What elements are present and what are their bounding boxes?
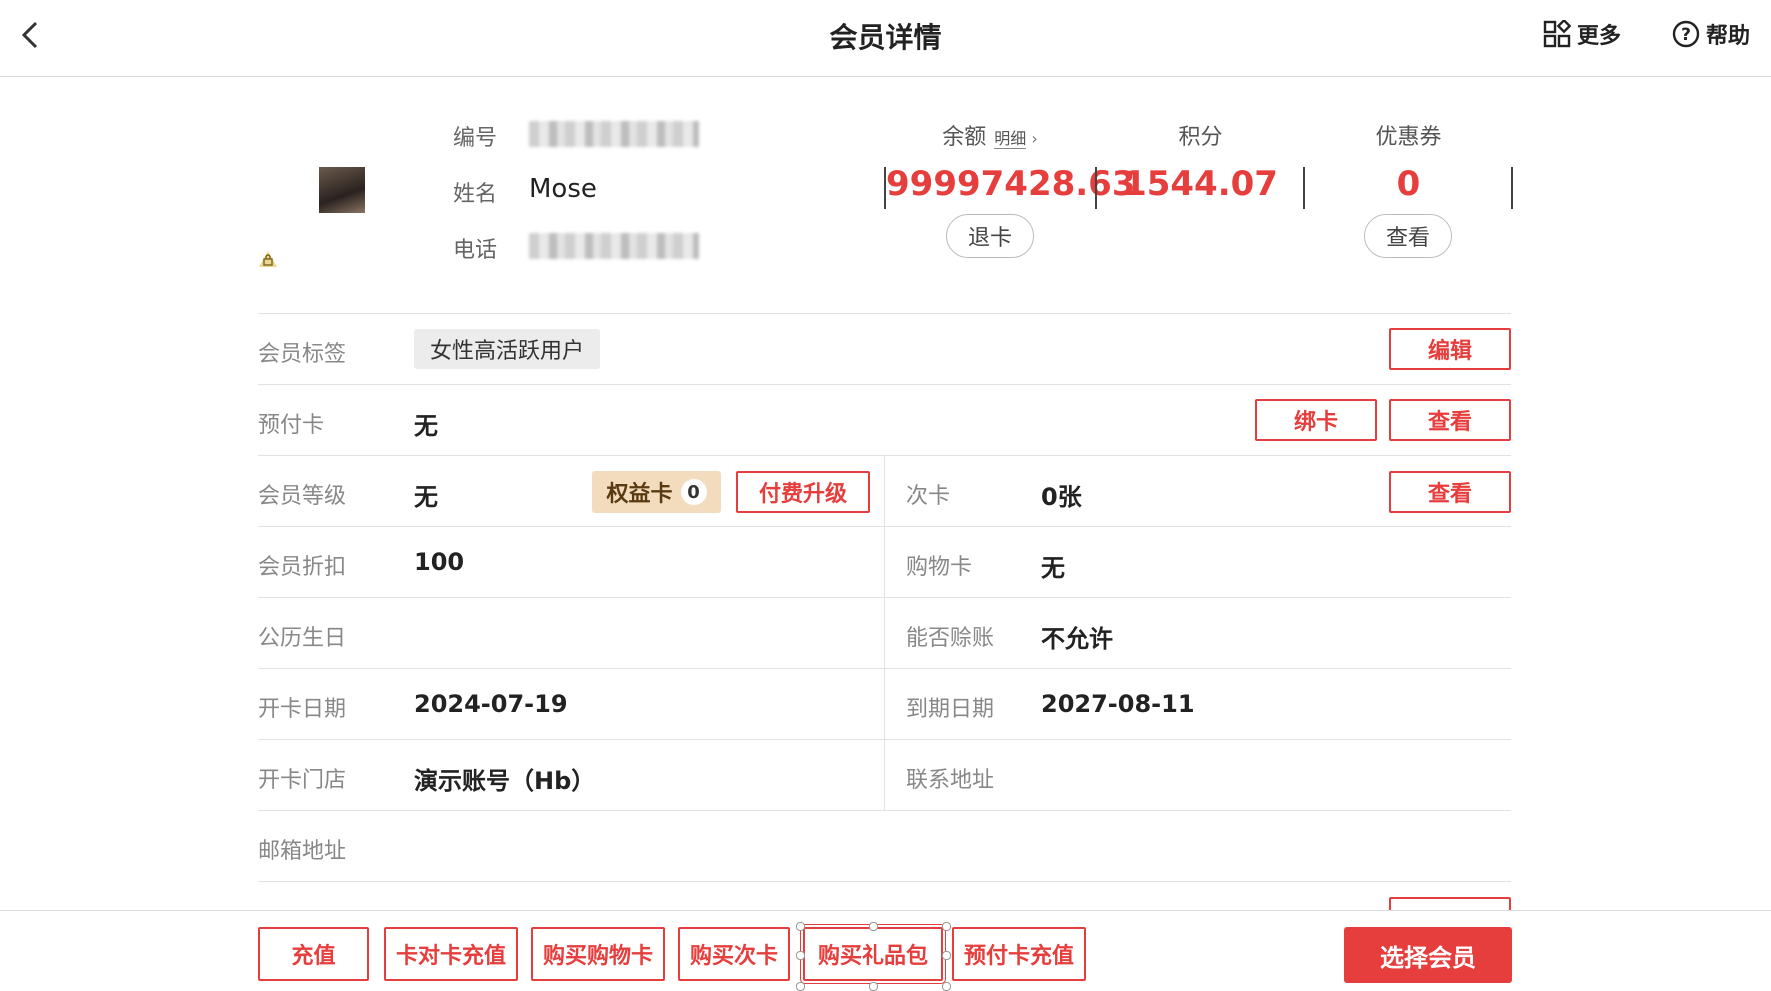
open-date-label: 开卡日期: [258, 697, 347, 722]
svg-text:?: ?: [1681, 25, 1691, 45]
stat-divider: [1303, 167, 1305, 209]
times-card-value: 0张: [1041, 483, 1082, 511]
credit-value: 不允许: [1041, 625, 1113, 653]
help-icon: ?: [1672, 20, 1700, 48]
tag-label: 会员标签: [258, 342, 347, 367]
divider: [258, 313, 1511, 314]
bottom-action-bar: 充值 卡对卡充值 购买购物卡 购买次卡 购买礼品包 预付卡充值 选择会员: [0, 910, 1771, 991]
rights-card-label: 权益卡: [606, 482, 673, 507]
more-label: 更多: [1577, 24, 1622, 49]
points-label: 积分: [1178, 125, 1223, 150]
help-label: 帮助: [1706, 24, 1751, 49]
stat-divider: [1511, 167, 1513, 209]
phone-blurred: [529, 233, 699, 259]
open-store-label: 开卡门店: [258, 768, 347, 793]
member-tag: 女性高活跃用户: [414, 329, 601, 369]
buy-times-card-button[interactable]: 购买次卡: [678, 927, 790, 981]
prepaid-value: 无: [414, 412, 438, 440]
phone-label: 电话: [453, 238, 498, 263]
help-button[interactable]: ? 帮助: [1672, 16, 1750, 52]
divider: [258, 881, 1511, 882]
credit-label: 能否赊账: [906, 626, 995, 651]
next-row-button-partial[interactable]: [1389, 897, 1511, 910]
selection-handle: [942, 951, 951, 960]
selection-handle: [869, 922, 878, 931]
prepaid-card-recharge-button[interactable]: 预付卡充值: [952, 927, 1086, 981]
page-title: 会员详情: [829, 21, 942, 54]
buy-gift-pack-button[interactable]: 购买礼品包: [800, 924, 946, 984]
level-label: 会员等级: [258, 484, 347, 509]
times-card-label: 次卡: [906, 484, 951, 509]
buy-shopping-card-button[interactable]: 购买购物卡: [531, 927, 665, 981]
name-label: 姓名: [453, 182, 498, 207]
grid-icon: [1543, 20, 1571, 48]
selection-handle: [796, 951, 805, 960]
shopping-card-label: 购物卡: [906, 555, 973, 580]
birthday-label: 公历生日: [258, 626, 347, 651]
divider: [258, 384, 1511, 385]
balance-header: 余额 明细 ›: [942, 125, 1038, 150]
rights-card-count: 0: [680, 479, 707, 505]
open-date-value: 2024-07-19: [414, 690, 568, 718]
email-label: 邮箱地址: [258, 839, 347, 864]
open-store-value: 演示账号（Hb）: [414, 767, 596, 795]
address-label: 联系地址: [906, 768, 995, 793]
member-detail-content: 编号 姓名 Mose 电话 余额 明细 › 99997428.63 退卡 积分 1…: [0, 77, 1771, 910]
shopping-card-value: 无: [1041, 554, 1065, 582]
avatar[interactable]: [319, 167, 365, 213]
top-bar: 会员详情 更多 ? 帮助: [0, 0, 1771, 77]
prepaid-label: 预付卡: [258, 413, 325, 438]
expire-date-label: 到期日期: [906, 697, 995, 722]
level-value: 无: [414, 483, 438, 511]
selection-handle: [942, 922, 951, 931]
balance-label: 余额: [942, 125, 987, 150]
member-id-blurred: [529, 121, 699, 147]
expire-date-value: 2027-08-11: [1041, 690, 1195, 718]
stat-divider: [1095, 167, 1097, 209]
balance-detail-link[interactable]: 明细: [994, 129, 1027, 149]
divider: [258, 810, 1511, 811]
card-to-card-recharge-button[interactable]: 卡对卡充值: [384, 927, 518, 981]
refund-card-button[interactable]: 退卡: [946, 214, 1034, 258]
select-member-button[interactable]: 选择会员: [1344, 927, 1512, 983]
id-label: 编号: [453, 126, 498, 151]
points-value: 1544.07: [1123, 164, 1278, 204]
coupon-view-button[interactable]: 查看: [1364, 214, 1452, 258]
rights-card-button[interactable]: 权益卡 0: [592, 471, 721, 513]
edit-tag-button[interactable]: 编辑: [1389, 328, 1511, 370]
discount-value: 100: [414, 548, 465, 576]
prepaid-view-button[interactable]: 查看: [1389, 399, 1511, 441]
recharge-button[interactable]: 充值: [258, 927, 369, 981]
column-divider: [884, 455, 885, 810]
name-value: Mose: [529, 174, 597, 204]
selection-handle: [796, 922, 805, 931]
bind-card-button[interactable]: 绑卡: [1255, 399, 1377, 441]
paid-upgrade-button[interactable]: 付费升级: [736, 471, 870, 513]
more-button[interactable]: 更多: [1543, 16, 1621, 52]
balance-value: 99997428.63: [886, 164, 1136, 204]
coupon-value: 0: [1396, 164, 1421, 204]
times-card-view-button[interactable]: 查看: [1389, 471, 1511, 513]
coupon-label: 优惠券: [1375, 125, 1442, 150]
discount-label: 会员折扣: [258, 555, 347, 580]
lock-icon: [259, 251, 277, 267]
